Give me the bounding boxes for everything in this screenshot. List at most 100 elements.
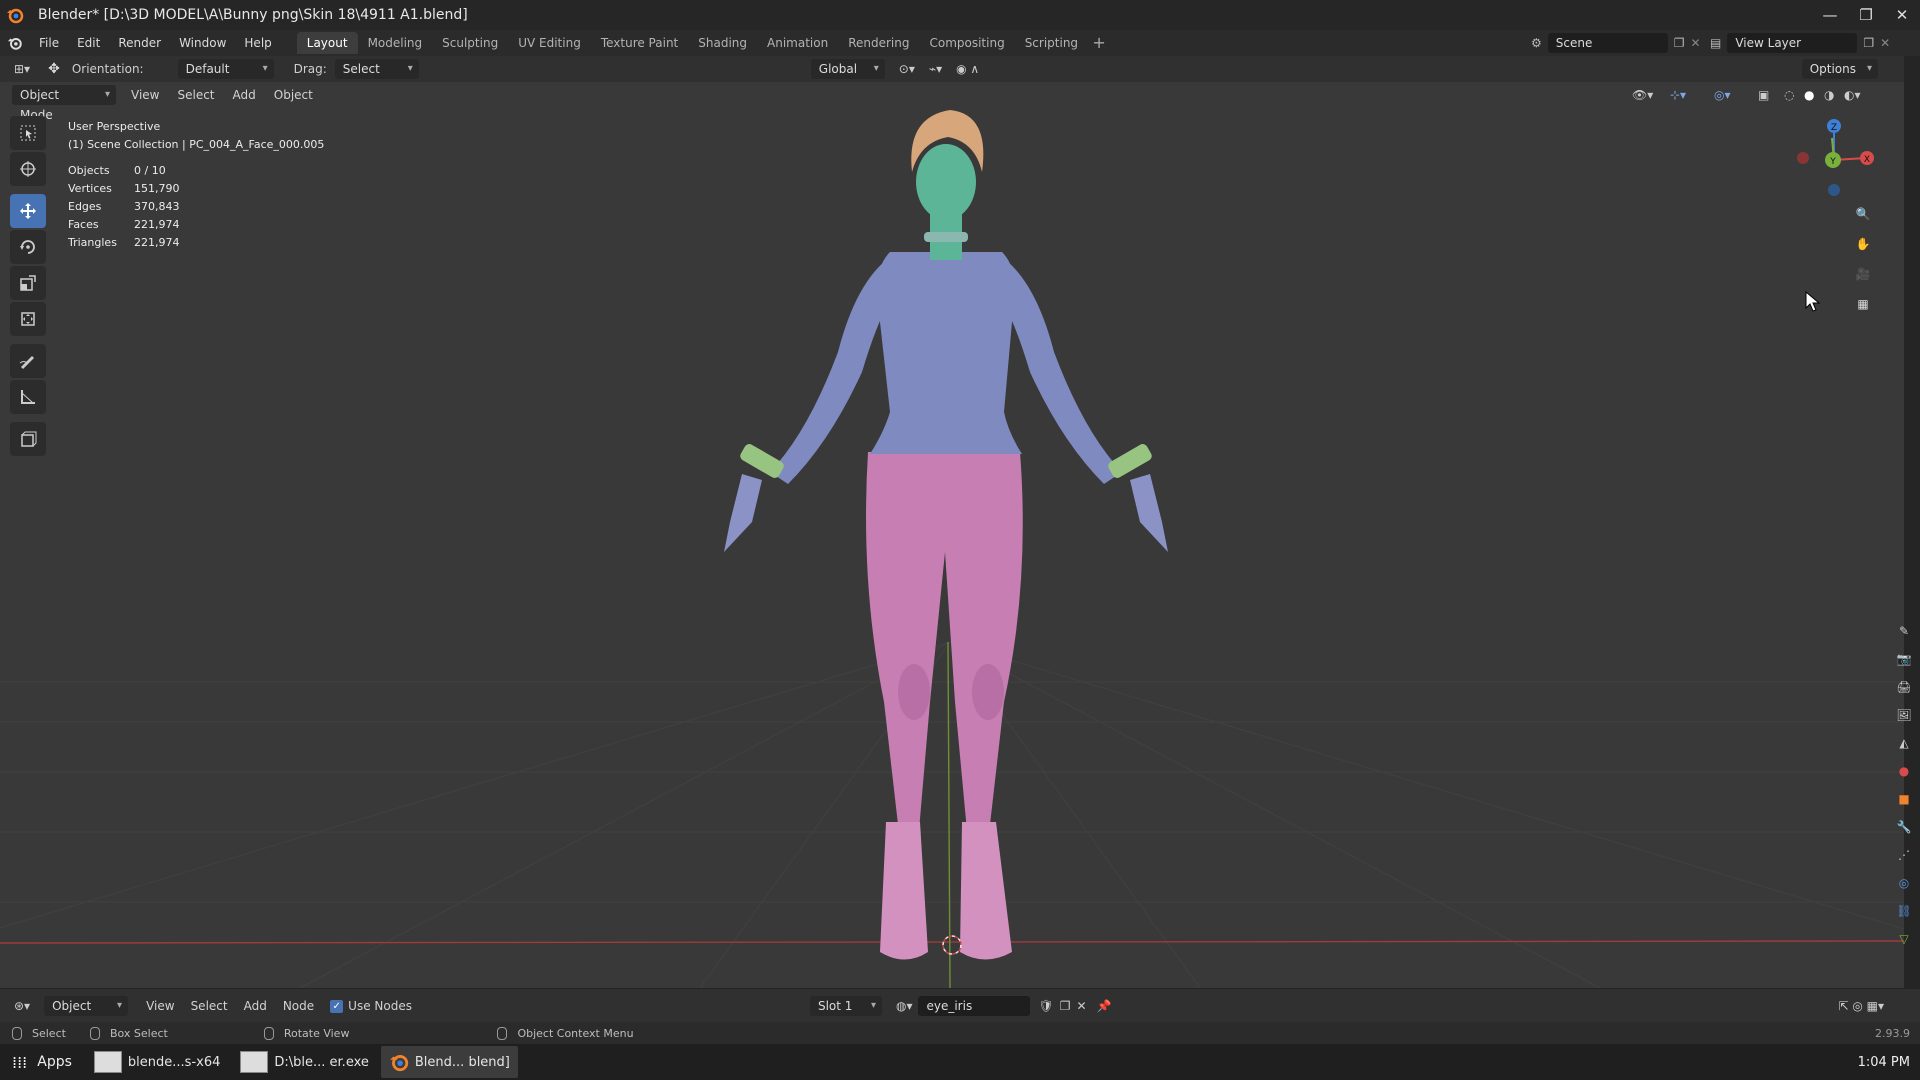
move-tool-icon[interactable] <box>10 194 46 228</box>
drag-dropdown[interactable]: Select Box <box>334 59 419 96</box>
delete-scene-icon[interactable]: ✕ <box>1691 36 1701 50</box>
slot-dropdown[interactable]: Slot 1 <box>809 995 882 1016</box>
material-shading-icon[interactable]: ◑ <box>1824 88 1834 102</box>
annotate-tool-icon[interactable] <box>10 344 46 378</box>
tab-modeling[interactable]: Modeling <box>358 32 433 54</box>
menu-window[interactable]: Window <box>170 30 235 56</box>
add-cube-tool-icon[interactable] <box>10 422 46 456</box>
modifier-properties-icon[interactable]: 🔧 <box>1893 813 1915 841</box>
constraints-properties-icon[interactable]: ⛓ <box>1893 897 1915 925</box>
viewport-menu-object[interactable]: Object <box>265 88 322 102</box>
options-dropdown[interactable]: Options <box>1801 59 1878 79</box>
shader-editor-type-icon[interactable]: ⊛▾ <box>14 999 30 1013</box>
object-properties-icon[interactable]: ■ <box>1893 785 1915 813</box>
shader-type-dropdown[interactable]: Object <box>44 995 129 1016</box>
zoom-icon[interactable]: 🔍 <box>1849 200 1877 228</box>
tab-layout[interactable]: Layout <box>296 32 358 54</box>
orientation-dropdown[interactable]: Default <box>177 59 274 79</box>
x-axis-line <box>0 940 1904 944</box>
tab-sculpting[interactable]: Sculpting <box>432 32 508 54</box>
close-button[interactable]: ✕ <box>1884 0 1920 30</box>
pivot-point-icon[interactable]: ⊙▾ <box>899 62 915 76</box>
mode-dropdown[interactable]: Object Mode <box>12 85 116 122</box>
editor-type-icon[interactable]: ⊞▾ <box>14 62 30 76</box>
viewport-menu-select[interactable]: Select <box>168 88 223 102</box>
scene-name-field[interactable]: Scene <box>1547 33 1668 53</box>
visibility-icon[interactable]: 👁▾ <box>1632 88 1653 102</box>
pin-icon[interactable]: 📌 <box>1097 999 1112 1013</box>
pan-hand-icon[interactable]: ✋ <box>1849 230 1877 258</box>
solid-shading-icon[interactable]: ● <box>1804 88 1814 102</box>
data-properties-icon[interactable]: ▽ <box>1893 925 1915 953</box>
checkbox-checked-icon[interactable]: ✓ <box>330 999 344 1013</box>
shader-menu-select[interactable]: Select <box>183 999 236 1013</box>
apps-launcher[interactable]: ⁞⁞⁞ Apps <box>12 1053 72 1072</box>
tab-shading[interactable]: Shading <box>688 32 757 54</box>
shader-menu-add[interactable]: Add <box>236 999 275 1013</box>
taskbar-window-3[interactable]: Blend... blend] <box>380 1046 518 1078</box>
transform-orientation-dropdown[interactable]: Global <box>810 59 885 79</box>
viewport-menu-view[interactable]: View <box>122 88 168 102</box>
material-name-field[interactable]: eye_iris <box>918 995 1031 1016</box>
tab-uv-editing[interactable]: UV Editing <box>508 32 591 54</box>
xray-icon[interactable]: ▣ <box>1758 88 1769 102</box>
stat-key: Objects <box>68 164 110 177</box>
fake-user-icon[interactable]: 🛡 <box>1038 999 1053 1013</box>
tab-compositing[interactable]: Compositing <box>919 32 1014 54</box>
clock[interactable]: 1:04 PM <box>1858 1055 1910 1070</box>
add-workspace-button[interactable]: + <box>1088 32 1110 54</box>
transform-tool-icon[interactable] <box>10 302 46 336</box>
minimize-button[interactable]: — <box>1812 0 1848 30</box>
scale-tool-icon[interactable] <box>10 266 46 300</box>
use-nodes-toggle[interactable]: ✓ Use Nodes <box>322 999 420 1013</box>
gizmo-toggle-icon[interactable]: ⊹▾ <box>1670 88 1686 102</box>
shader-menu-view[interactable]: View <box>138 999 182 1013</box>
new-view-layer-icon[interactable]: ❐ <box>1863 36 1874 50</box>
delete-view-layer-icon[interactable]: ✕ <box>1880 36 1890 50</box>
measure-tool-icon[interactable] <box>10 380 46 414</box>
3d-viewport[interactable] <box>0 82 1904 988</box>
output-properties-icon[interactable]: 🖨 <box>1893 673 1915 701</box>
taskbar-window-1[interactable]: blende...s-x64 <box>86 1046 228 1078</box>
maximize-button[interactable]: ❐ <box>1848 0 1884 30</box>
menu-help[interactable]: Help <box>235 30 280 56</box>
view-layer-properties-icon[interactable]: 🖼 <box>1893 701 1915 729</box>
orthographic-toggle-icon[interactable]: ▦ <box>1849 290 1877 318</box>
proportional-edit-icon[interactable]: ◉ ∧ <box>956 62 979 76</box>
scene-properties-icon[interactable]: ◭ <box>1893 729 1915 757</box>
menu-file[interactable]: File <box>30 30 68 56</box>
overlay-toggle-icon[interactable]: ◎▾ <box>1714 88 1731 102</box>
scene-icon[interactable]: ⚙ <box>1531 36 1542 50</box>
wireframe-shading-icon[interactable]: ◌ <box>1784 88 1794 102</box>
navigation-gizmo[interactable]: Z X Y <box>1784 112 1874 202</box>
snap-node-icon[interactable]: ⇱ ◎ ▦▾ <box>1838 999 1884 1013</box>
tab-rendering[interactable]: Rendering <box>838 32 919 54</box>
world-properties-icon[interactable]: ● <box>1893 757 1915 785</box>
view-layer-icon[interactable]: ▤ <box>1710 36 1721 50</box>
shader-menu-node[interactable]: Node <box>275 999 322 1013</box>
render-properties-icon[interactable]: 📷 <box>1893 645 1915 673</box>
tool-properties-icon[interactable]: ✎ <box>1893 617 1915 645</box>
unlink-material-icon[interactable]: ✕ <box>1076 999 1086 1013</box>
rotate-tool-icon[interactable] <box>10 230 46 264</box>
particles-properties-icon[interactable]: ⋰ <box>1893 841 1915 869</box>
snap-icon[interactable]: ⌁▾ <box>929 62 942 76</box>
physics-properties-icon[interactable]: ◎ <box>1893 869 1915 897</box>
menu-render[interactable]: Render <box>109 30 170 56</box>
tab-scripting[interactable]: Scripting <box>1015 32 1088 54</box>
tab-animation[interactable]: Animation <box>757 32 838 54</box>
taskbar-window-2[interactable]: D:\ble... er.exe <box>232 1046 377 1078</box>
viewport-menu-add[interactable]: Add <box>224 88 265 102</box>
tab-texture-paint[interactable]: Texture Paint <box>591 32 688 54</box>
rendered-shading-icon[interactable]: ◐▾ <box>1844 88 1861 102</box>
view-layer-field[interactable]: View Layer <box>1727 33 1858 53</box>
menu-edit[interactable]: Edit <box>68 30 109 56</box>
select-box-tool-icon[interactable] <box>10 116 46 150</box>
duplicate-material-icon[interactable]: ❐ <box>1060 999 1071 1013</box>
status-select: Select <box>12 1026 66 1040</box>
camera-view-icon[interactable]: 🎥 <box>1849 260 1877 288</box>
cursor-tool-icon[interactable] <box>10 152 46 186</box>
material-browse-icon[interactable]: ◍▾ <box>896 999 913 1013</box>
new-scene-icon[interactable]: ❐ <box>1674 36 1685 50</box>
blender-menu-icon[interactable] <box>0 35 30 51</box>
